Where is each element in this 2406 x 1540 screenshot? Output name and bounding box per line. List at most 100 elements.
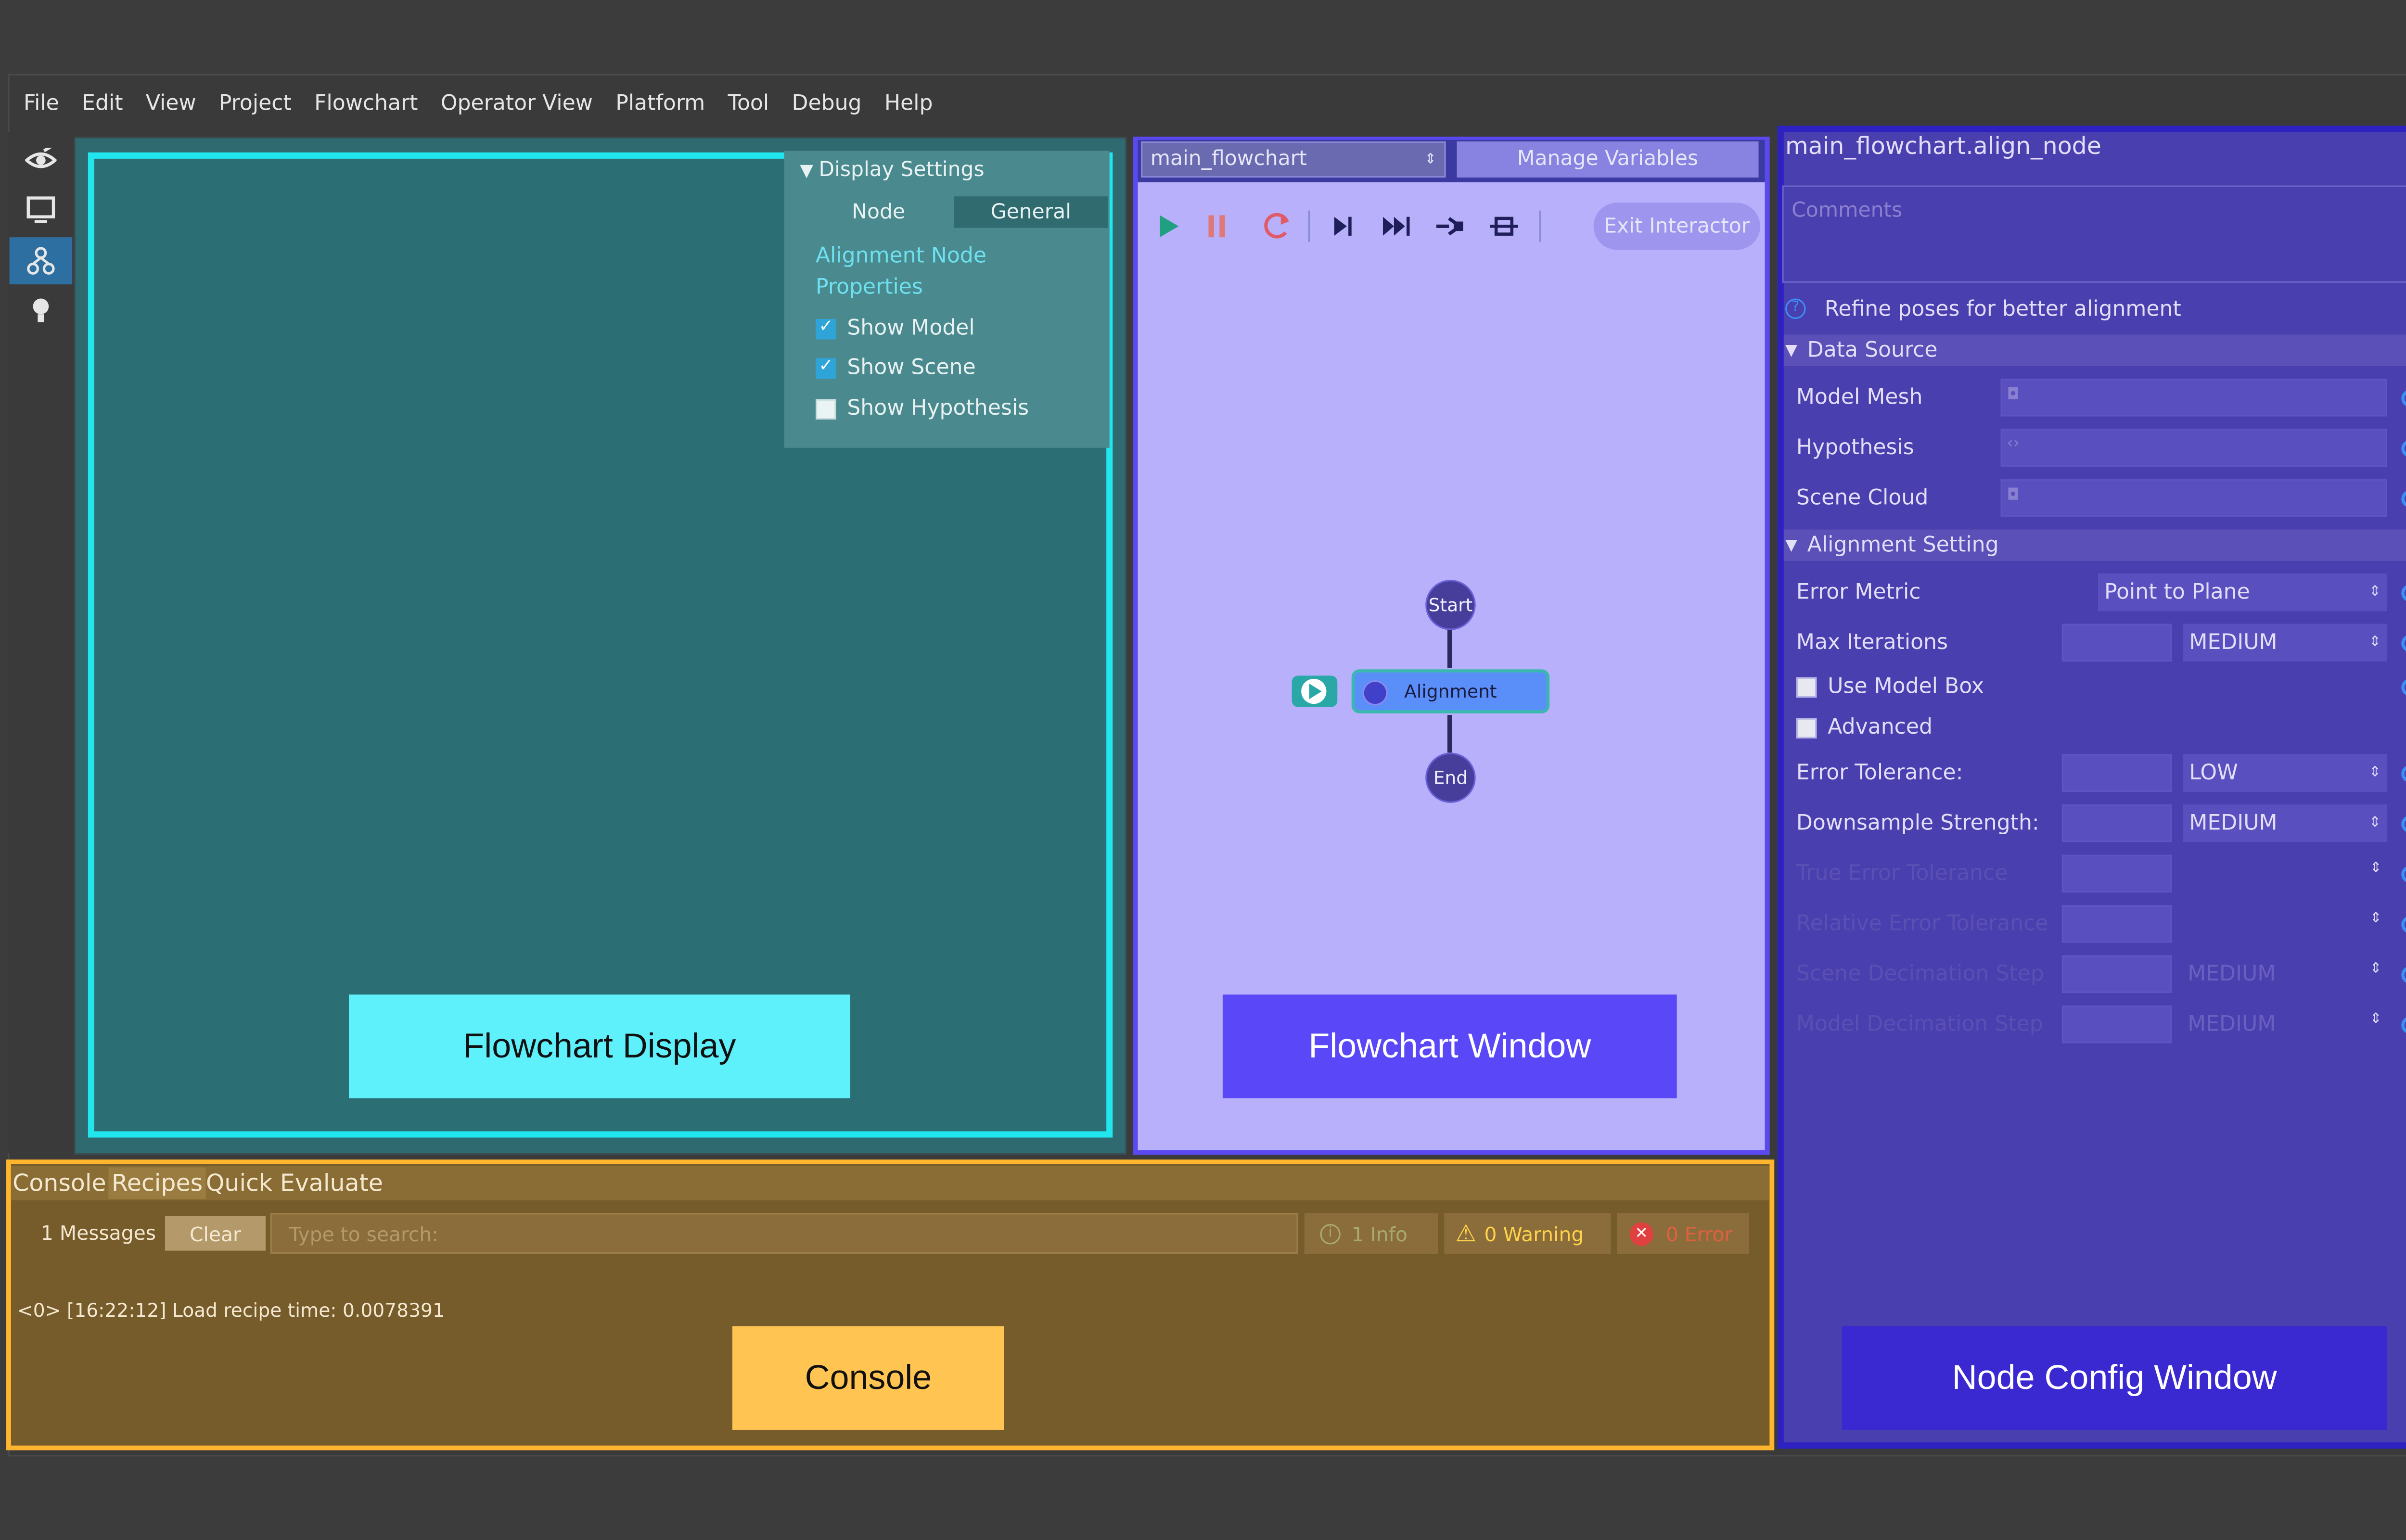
message-count: 1 Messages	[40, 1221, 156, 1245]
manage-variables-button[interactable]: Manage Variables	[1457, 141, 1759, 178]
hypothesis-input[interactable]: ‹›	[2000, 429, 2387, 467]
monitor-icon[interactable]	[10, 187, 73, 234]
error-metric-label: Error Metric	[1796, 580, 1921, 605]
menu-flowchart[interactable]: Flowchart	[314, 91, 418, 116]
max-iterations-select[interactable]: MEDIUM ⇕	[2183, 624, 2387, 662]
show-scene-checkbox[interactable]	[816, 355, 836, 379]
select-arrows-icon[interactable]: ⇕	[2370, 962, 2382, 978]
error-tolerance-input[interactable]	[2061, 754, 2172, 792]
menu-tool[interactable]: Tool	[728, 91, 769, 116]
max-iterations-input[interactable]	[2061, 624, 2172, 662]
tab-console[interactable]: Console	[13, 1168, 106, 1199]
camera-icon: ◘	[2007, 487, 2020, 505]
data-source-section[interactable]: ▼ Data Source	[1783, 334, 2406, 366]
info-filter-button[interactable]: i1 Info	[1304, 1213, 1438, 1254]
true-error-tolerance-label: True Error Tolerance	[1796, 861, 2008, 886]
show-hypothesis-checkbox[interactable]	[816, 399, 836, 420]
info-icon: i	[1320, 1223, 1341, 1244]
run-marker-icon[interactable]	[1292, 675, 1338, 707]
menu-bar: File Edit View Project Flowchart Operato…	[8, 76, 2406, 132]
relative-error-tolerance-input[interactable]	[2061, 905, 2172, 943]
select-arrows-icon: ⇕	[2369, 815, 2381, 831]
error-metric-select[interactable]: Point to Plane ⇕	[2098, 573, 2387, 611]
tab-node[interactable]: Node	[802, 196, 956, 228]
select-arrows-icon[interactable]: ⇕	[2370, 861, 2382, 877]
menu-help[interactable]: Help	[884, 91, 933, 116]
start-node[interactable]: Start	[1425, 580, 1476, 630]
scene-cloud-label: Scene Cloud	[1796, 485, 1929, 511]
alignment-node-label: Alignment	[1404, 680, 1497, 702]
tab-general[interactable]: General	[954, 196, 1108, 228]
scene-decimation-step-input[interactable]	[2061, 955, 2172, 993]
scene-cloud-input[interactable]: ◘	[2000, 479, 2387, 517]
show-model-label: Show Model	[847, 316, 975, 341]
menu-platform[interactable]: Platform	[615, 91, 705, 116]
error-filter-button[interactable]: ✕ 0 Error	[1617, 1213, 1749, 1254]
pause-icon[interactable]	[1208, 215, 1214, 238]
scene-decimation-step-value[interactable]: MEDIUM	[2188, 962, 2276, 987]
exit-interactor-button[interactable]: Exit Interactor	[1593, 203, 1760, 250]
tab-quick-evaluate[interactable]: Quick Evaluate	[206, 1168, 383, 1199]
eye-icon[interactable]	[10, 137, 73, 184]
menu-edit[interactable]: Edit	[82, 91, 123, 116]
advanced-label: Advanced	[1828, 714, 1933, 740]
alignment-setting-section[interactable]: ▼ Alignment Setting	[1783, 529, 2406, 561]
error-tolerance-label: Error Tolerance:	[1796, 760, 1963, 786]
menu-file[interactable]: File	[24, 91, 59, 116]
end-node[interactable]: End	[1425, 752, 1476, 803]
help-icon[interactable]: ?	[1785, 298, 1806, 319]
step-icon[interactable]	[1334, 216, 1347, 236]
model-mesh-label: Model Mesh	[1796, 385, 1923, 410]
node-description: Refine poses for better alignment	[1824, 297, 2181, 322]
menu-view[interactable]: View	[146, 91, 196, 116]
clear-button[interactable]: Clear	[165, 1216, 266, 1251]
console-label: Console	[732, 1326, 1004, 1430]
error-tolerance-select[interactable]: LOW ⇕	[2183, 754, 2387, 792]
node-config-title: main_flowchart.align_node	[1785, 132, 2101, 161]
alignment-node-properties-label: Alignment Node Properties	[816, 243, 987, 300]
downsample-strength-select[interactable]: MEDIUM ⇕	[2183, 804, 2387, 842]
scene-decimation-step-label: Scene Decimation Step	[1796, 961, 2044, 987]
collapse-triangle-icon: ▼	[1785, 536, 1798, 554]
alignment-node[interactable]: Alignment	[1351, 669, 1550, 713]
hypothesis-label: Hypothesis	[1796, 435, 1914, 460]
collapse-triangle-icon: ▼	[1785, 342, 1798, 359]
menu-project[interactable]: Project	[219, 91, 292, 116]
model-mesh-input[interactable]: ◘	[2000, 379, 2387, 417]
console-search-input[interactable]: Type to search:	[270, 1213, 1298, 1254]
fast-forward-icon[interactable]	[1382, 216, 1405, 236]
camera-icon: ◘	[2007, 386, 2020, 404]
show-model-checkbox[interactable]	[816, 316, 836, 340]
select-arrows-icon[interactable]: ⇕	[2370, 911, 2382, 927]
console-log-line: <0> [16:22:12] Load recipe time: 0.00783…	[17, 1299, 445, 1322]
show-scene-label: Show Scene	[847, 355, 976, 381]
advanced-checkbox[interactable]	[1796, 718, 1817, 738]
bulb-icon[interactable]	[10, 288, 73, 335]
model-decimation-step-value[interactable]: MEDIUM	[2188, 1012, 2276, 1037]
display-settings-header[interactable]: ▼ Display Settings	[800, 159, 984, 182]
brackets-icon: ‹›	[2007, 435, 2020, 453]
use-model-box-checkbox[interactable]	[1796, 677, 1817, 698]
model-decimation-step-input[interactable]	[2061, 1005, 2172, 1044]
warning-filter-button[interactable]: ⚠ 0 Warning	[1444, 1213, 1611, 1254]
flowchart-select-value: main_flowchart	[1150, 147, 1307, 171]
downsample-strength-label: Downsample Strength:	[1796, 811, 2039, 836]
flowchart-controls	[1152, 209, 1541, 243]
true-error-tolerance-input[interactable]	[2061, 854, 2172, 893]
select-arrows-icon[interactable]: ⇕	[2370, 1012, 2382, 1028]
menu-operator-view[interactable]: Operator View	[441, 91, 593, 116]
flowchart-icon[interactable]	[9, 237, 73, 285]
play-icon[interactable]	[1160, 215, 1179, 238]
side-toolbar	[8, 132, 74, 1154]
tab-recipes[interactable]: Recipes	[108, 1167, 206, 1199]
downsample-strength-input[interactable]	[2061, 804, 2172, 842]
console-search-placeholder: Type to search:	[289, 1222, 439, 1246]
flowchart-select[interactable]: main_flowchart ⇕	[1141, 141, 1446, 178]
menu-debug[interactable]: Debug	[792, 91, 862, 116]
show-hypothesis-label: Show Hypothesis	[847, 396, 1029, 421]
select-arrows-icon: ⇕	[2369, 584, 2381, 600]
select-arrows-icon: ⇕	[2369, 765, 2381, 781]
use-model-box-label: Use Model Box	[1828, 674, 1984, 700]
comments-textarea[interactable]: Comments	[1782, 185, 2406, 283]
flowchart-display-label: Flowchart Display	[349, 994, 850, 1098]
